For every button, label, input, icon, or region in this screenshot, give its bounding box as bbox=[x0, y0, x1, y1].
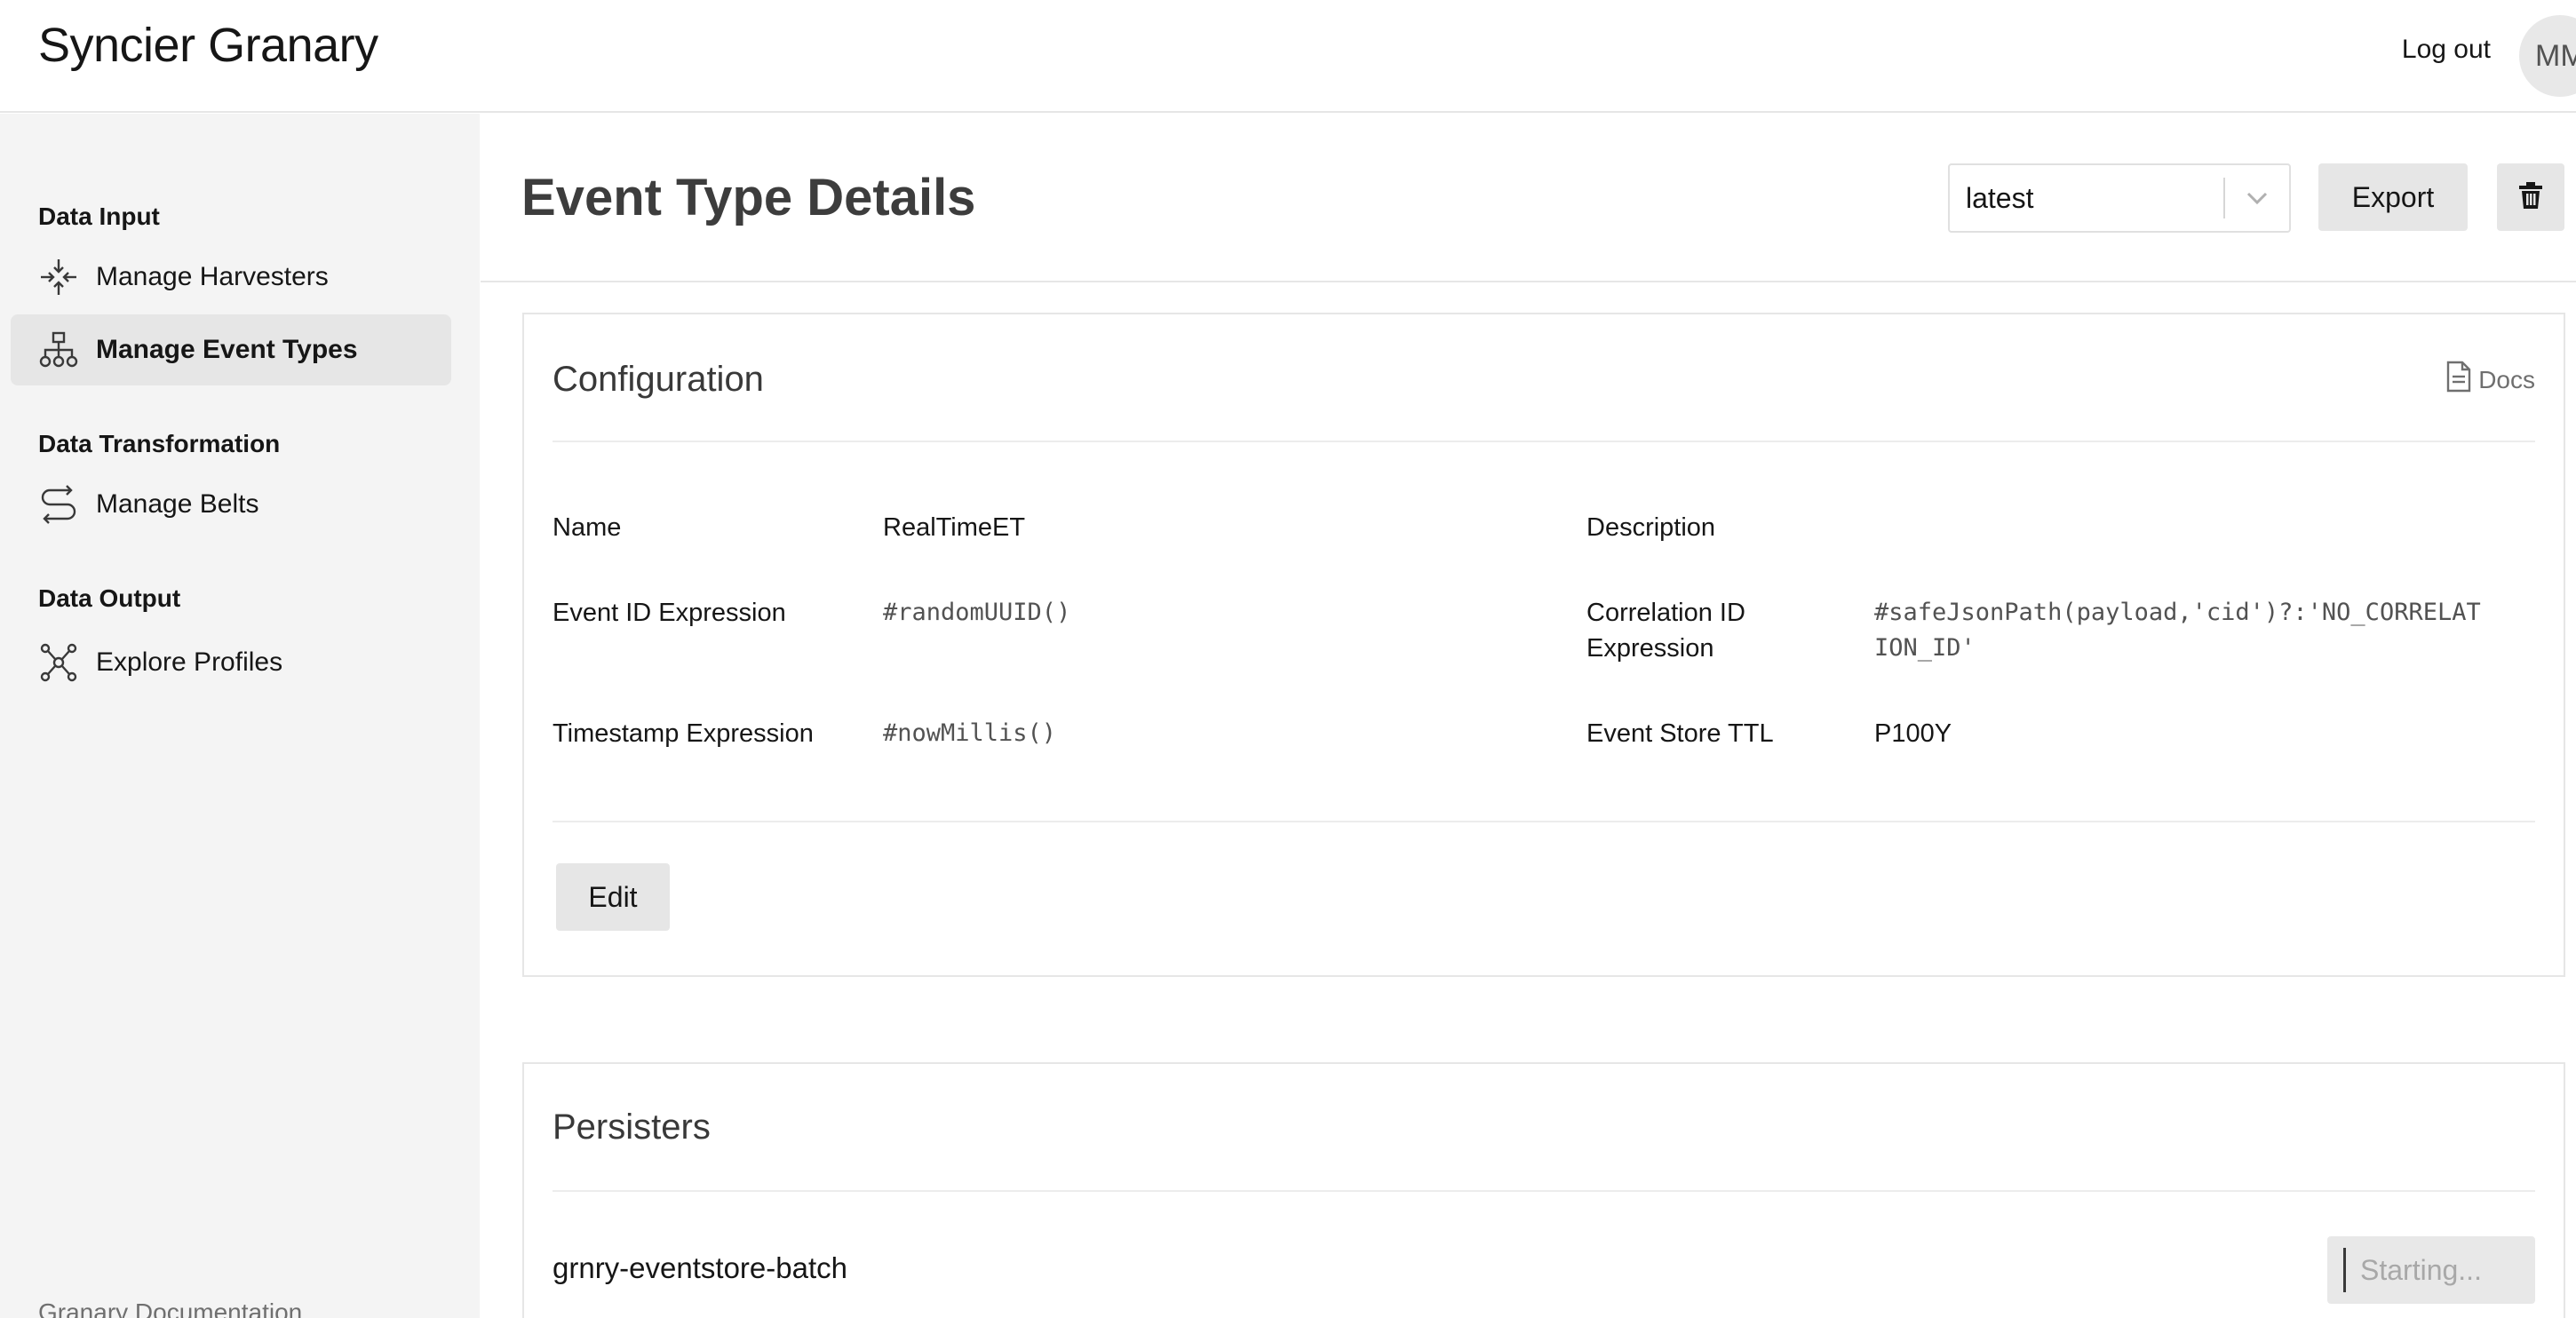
granary-documentation-link[interactable]: Granary Documentation bbox=[38, 1297, 302, 1318]
correlation-id-label: Correlation ID Expression bbox=[1586, 595, 1745, 666]
loading-indicator bbox=[2343, 1248, 2346, 1292]
event-store-ttl-value: P100Y bbox=[1874, 719, 1952, 748]
version-select-value: latest bbox=[1966, 181, 2034, 214]
persister-name: grnry-eventstore-batch bbox=[553, 1251, 847, 1284]
document-icon bbox=[2446, 361, 2471, 399]
sidebar-item-manage-event-types[interactable]: Manage Event Types bbox=[11, 314, 451, 385]
sidebar-section-data-input: Data Input bbox=[38, 202, 160, 230]
page-header: Event Type Details latest Export bbox=[481, 114, 2576, 282]
sidebar-item-label: Manage Belts bbox=[96, 489, 259, 519]
chevron-down-icon[interactable] bbox=[2225, 191, 2289, 205]
event-id-label: Event ID Expression bbox=[553, 599, 786, 627]
sidebar-item-explore-profiles[interactable]: Explore Profiles bbox=[11, 627, 451, 698]
logout-link[interactable]: Log out bbox=[2402, 32, 2491, 67]
page-title: Event Type Details bbox=[521, 169, 976, 226]
delete-button[interactable] bbox=[2497, 163, 2564, 231]
persisters-title: Persisters bbox=[553, 1108, 711, 1147]
app-title[interactable]: Syncier Granary bbox=[38, 16, 378, 75]
hierarchy-icon bbox=[39, 330, 78, 369]
persister-status-button[interactable]: Starting... bbox=[2327, 1236, 2535, 1304]
network-icon bbox=[39, 643, 78, 682]
top-bar: Syncier Granary Log out MM bbox=[0, 0, 2576, 113]
divider bbox=[553, 821, 2535, 822]
name-value: RealTimeET bbox=[883, 513, 1026, 542]
divider bbox=[553, 441, 2535, 442]
timestamp-label: Timestamp Expression bbox=[553, 719, 814, 748]
correlation-id-label-line1: Correlation ID bbox=[1586, 599, 1745, 627]
configuration-title: Configuration bbox=[553, 360, 764, 399]
configuration-card: Configuration Docs Name RealTimeET Descr… bbox=[522, 313, 2565, 977]
avatar[interactable]: MM bbox=[2519, 15, 2576, 97]
description-label: Description bbox=[1586, 513, 1716, 542]
timestamp-value: #nowMillis() bbox=[883, 719, 1057, 747]
event-id-value: #randomUUID() bbox=[883, 599, 1071, 626]
version-select[interactable]: latest bbox=[1948, 163, 2291, 233]
persister-status-label: Starting... bbox=[2360, 1253, 2482, 1286]
export-button[interactable]: Export bbox=[2318, 163, 2468, 231]
sidebar: Data Input Manage Harvesters Manage Even… bbox=[0, 114, 480, 1318]
sidebar-section-data-output: Data Output bbox=[38, 584, 181, 612]
docs-link[interactable]: Docs bbox=[2446, 361, 2535, 399]
sidebar-item-manage-harvesters[interactable]: Manage Harvesters bbox=[11, 242, 451, 313]
harvester-icon bbox=[39, 258, 78, 297]
divider bbox=[553, 1190, 2535, 1192]
sidebar-item-label: Manage Event Types bbox=[96, 335, 358, 364]
sidebar-section-data-transformation: Data Transformation bbox=[38, 430, 281, 457]
sidebar-item-label: Explore Profiles bbox=[96, 647, 283, 677]
correlation-id-value-line1: #safeJsonPath(payload,'cid')?:'NO_CORREL… bbox=[1874, 599, 2481, 626]
correlation-id-value-line2: ION_ID' bbox=[1874, 634, 1976, 662]
edit-button[interactable]: Edit bbox=[556, 863, 670, 931]
trash-icon bbox=[2517, 181, 2544, 214]
event-store-ttl-label: Event Store TTL bbox=[1586, 719, 1774, 748]
correlation-id-label-line2: Expression bbox=[1586, 634, 1714, 663]
sidebar-item-manage-belts[interactable]: Manage Belts bbox=[11, 469, 451, 540]
name-label: Name bbox=[553, 513, 622, 542]
correlation-id-value: #safeJsonPath(payload,'cid')?:'NO_CORREL… bbox=[1874, 595, 2481, 666]
sidebar-item-label: Manage Harvesters bbox=[96, 262, 329, 291]
belt-route-icon bbox=[39, 485, 78, 524]
persisters-card: Persisters grnry-eventstore-batch Starti… bbox=[522, 1062, 2565, 1318]
docs-label: Docs bbox=[2478, 365, 2535, 393]
